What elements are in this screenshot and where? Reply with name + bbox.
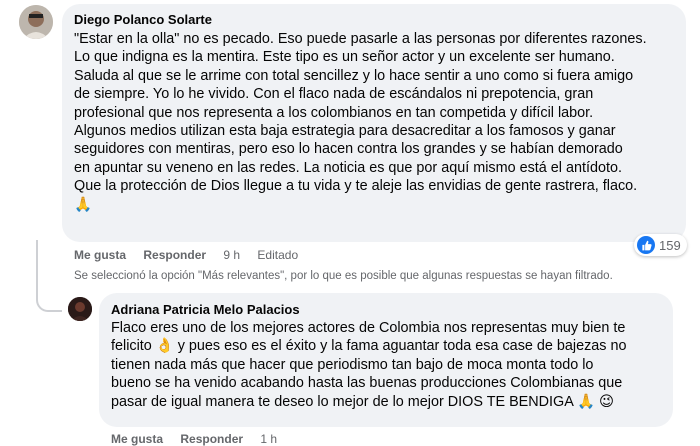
comment-timestamp[interactable]: 9 h <box>223 248 240 262</box>
filter-notice: Se seleccionó la opción "Más relevantes"… <box>74 270 613 282</box>
reply-author[interactable]: Adriana Patricia Melo Palacios <box>111 302 300 317</box>
comment-author[interactable]: Diego Polanco Solarte <box>74 12 212 27</box>
comment-line: Que la protección de Dios llegue a tu vi… <box>74 178 638 195</box>
comment-line: "Estar en la olla" no es pecado. Eso pue… <box>74 31 647 47</box>
comment-actions: Me gusta Responder 9 h Editado <box>74 248 312 262</box>
comment-bubble: Diego Polanco Solarte "Estar en la olla"… <box>62 4 686 242</box>
comment-line: en apuntar su veneno en las redes. La no… <box>74 159 622 176</box>
reply-bubble: Adriana Patricia Melo Palacios Flaco ere… <box>99 293 673 427</box>
reply-actions: Me gusta Responder 1 h <box>111 432 291 446</box>
like-thumb-icon <box>637 236 655 254</box>
comment-text: "Estar en la olla" no es pecado. Eso pue… <box>74 30 647 214</box>
comment-line: Lo que indigna es la mentira. Este tipo … <box>74 49 615 66</box>
reply-timestamp[interactable]: 1 h <box>260 432 277 446</box>
like-button[interactable]: Me gusta <box>74 248 126 262</box>
reaction-count: 159 <box>659 237 681 253</box>
reply-text: Flaco eres uno de los mejores actores de… <box>111 319 627 411</box>
comment-line: Saluda al que se le arrime con total sen… <box>74 67 634 84</box>
comment-line: seguidores con mentiras, pero eso lo hac… <box>74 141 623 158</box>
avatar[interactable] <box>68 297 92 321</box>
comment-line: Algunos medios utilizan esta baja estrat… <box>74 123 616 140</box>
reaction-count-pill[interactable]: 159 <box>634 234 687 256</box>
comment-line: de siempre. Yo lo he vivido. Con el flac… <box>74 86 594 103</box>
reply-thread-line <box>36 240 62 312</box>
reply-line: bueno se ha venido acabando hasta las bu… <box>111 375 623 392</box>
reply-line: felicito 👌 y pues eso es el éxito y la f… <box>111 338 627 355</box>
reply-line: pasar de igual manera te deseo lo mejor … <box>111 393 614 410</box>
edited-label: Editado <box>257 248 299 262</box>
avatar[interactable] <box>19 5 53 39</box>
like-button[interactable]: Me gusta <box>111 432 163 446</box>
reply-line: Flaco eres uno de los mejores actores de… <box>111 320 626 336</box>
reply-button[interactable]: Responder <box>143 248 206 262</box>
reply-button[interactable]: Responder <box>180 432 243 446</box>
praying-hands-emoji: 🙏 <box>74 196 92 213</box>
comment-line: profesional que nos representa a los col… <box>74 104 594 121</box>
reply-line: tienen nada más que hacer que periodismo… <box>111 356 594 373</box>
